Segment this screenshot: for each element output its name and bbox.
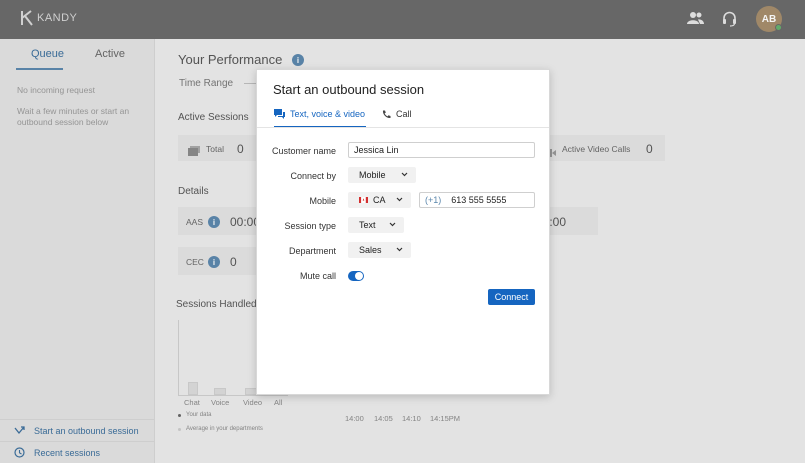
session-type-label: Session type	[284, 221, 336, 231]
department-value: Sales	[359, 245, 382, 255]
phone-prefix: (+1)	[425, 195, 442, 205]
country-code-value: CA	[373, 195, 386, 205]
tab-text-voice-video-label: Text, voice & video	[290, 109, 366, 119]
tab-call[interactable]: Call	[382, 109, 412, 119]
dialog-title: Start an outbound session	[273, 82, 425, 97]
department-select[interactable]: Sales	[348, 242, 411, 258]
tab-divider	[257, 127, 549, 128]
session-type-select[interactable]: Text	[348, 217, 404, 233]
mobile-number-input[interactable]: (+1) 613 555 5555	[419, 192, 535, 208]
toggle-knob	[355, 272, 363, 280]
connect-button[interactable]: Connect	[488, 289, 535, 305]
phone-icon	[382, 110, 391, 118]
connect-by-label: Connect by	[290, 171, 336, 181]
mute-call-label: Mute call	[299, 271, 336, 281]
canada-flag-icon	[359, 197, 368, 203]
department-label: Department	[288, 246, 336, 256]
outbound-session-dialog: Start an outbound session Text, voice & …	[256, 69, 550, 395]
tab-text-voice-video[interactable]: Text, voice & video	[274, 109, 365, 119]
connect-by-value: Mobile	[359, 170, 386, 180]
customer-name-label: Customer name	[271, 146, 336, 156]
customer-name-value: Jessica Lin	[354, 145, 399, 155]
mobile-number-value: 613 555 5555	[451, 195, 507, 205]
chevron-down-icon	[401, 172, 408, 177]
connect-by-select[interactable]: Mobile	[348, 167, 416, 183]
chevron-down-icon	[389, 222, 396, 227]
customer-name-input[interactable]: Jessica Lin	[348, 142, 535, 158]
chat-bubbles-icon	[274, 109, 285, 119]
country-code-select[interactable]: CA	[348, 192, 411, 208]
chevron-down-icon	[396, 247, 403, 252]
mobile-label: Mobile	[309, 196, 336, 206]
connect-button-label: Connect	[494, 292, 529, 302]
chevron-down-icon	[396, 197, 403, 202]
tab-call-label: Call	[396, 109, 412, 119]
session-type-value: Text	[359, 220, 376, 230]
mute-call-toggle[interactable]	[348, 271, 364, 281]
